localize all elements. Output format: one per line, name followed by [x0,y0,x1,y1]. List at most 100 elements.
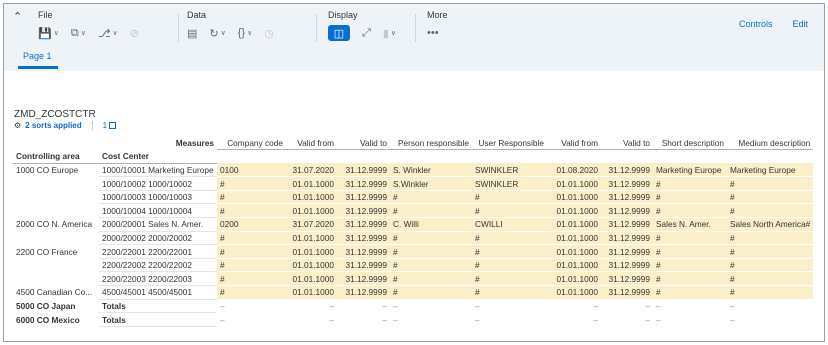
value-cell[interactable]: # [217,203,286,219]
cost-center-cell[interactable]: Totals [99,299,217,314]
cost-center-cell[interactable]: 1000/10001 Marketing Europe [99,163,217,178]
value-cell[interactable]: 31.07.2020 [286,217,337,232]
value-cell[interactable]: 31.12.9999 [337,244,390,259]
value-cell[interactable]: 01.01.1000 [286,190,337,205]
value-cell[interactable]: 01.01.1000 [547,285,601,300]
value-cell[interactable]: – [390,313,472,327]
value-cell[interactable]: – [472,313,547,327]
value-cell[interactable]: 01.01.1000 [286,271,337,287]
value-cell[interactable]: 31.12.9999 [601,271,653,287]
value-cell[interactable]: 31.12.9999 [337,163,390,178]
value-cell[interactable]: 31.12.9999 [601,190,653,205]
column-header[interactable]: Valid to [601,136,653,151]
controlling-area-cell[interactable]: 4500 Canadian Co... [13,286,99,300]
value-cell[interactable]: # [472,190,547,205]
value-cell[interactable]: # [727,271,814,287]
history-icon[interactable]: ◷ [264,25,274,41]
value-cell[interactable]: Sales N. Amer. [653,217,727,232]
value-cell[interactable]: 01.01.1000 [286,244,337,259]
value-cell[interactable]: 31.12.9999 [601,231,653,246]
value-cell[interactable]: – [547,313,601,327]
value-cell[interactable]: # [217,190,286,205]
cost-center-cell[interactable]: 1000/10002 1000/10002 [99,176,217,191]
value-cell[interactable]: CWILLI [472,217,547,232]
column-header[interactable]: User Responsible [472,136,547,151]
controlling-area-cell[interactable]: 2200 CO France [13,245,99,259]
value-cell[interactable]: # [472,285,547,300]
controls-button[interactable]: Controls [739,19,773,29]
value-cell[interactable]: Sales North America# [727,217,814,232]
value-cell[interactable]: # [653,244,727,259]
edit-button[interactable]: Edit [792,19,808,29]
value-cell[interactable]: # [217,176,286,191]
value-cell[interactable]: # [472,258,547,273]
cost-center-cell[interactable]: 2200/22003 2200/22003 [99,271,217,287]
value-cell[interactable]: – [217,313,286,327]
value-cell[interactable]: # [727,285,814,300]
panel-icon[interactable]: ▮ ∨ [383,25,396,41]
value-cell[interactable]: 01.01.1000 [286,203,337,219]
value-cell[interactable]: 31.12.9999 [337,217,390,232]
value-cell[interactable]: 01.01.1000 [286,231,337,246]
value-cell[interactable]: – [337,299,390,313]
value-cell[interactable]: # [390,190,472,205]
value-cell[interactable]: # [653,285,727,300]
value-cell[interactable]: 01.01.1000 [547,190,601,205]
value-cell[interactable]: # [390,231,472,246]
value-cell[interactable]: – [601,313,653,327]
value-cell[interactable]: 31.12.9999 [337,285,390,300]
value-cell[interactable]: # [727,258,814,273]
value-cell[interactable]: 31.12.9999 [601,163,653,178]
value-cell[interactable]: 01.01.1000 [547,217,601,232]
value-cell[interactable]: # [727,176,814,191]
count-indicator[interactable]: 1 [103,121,117,130]
cost-center-cell[interactable]: 2000/20002 2000/20002 [99,231,217,246]
value-cell[interactable]: # [653,203,727,219]
value-cell[interactable]: 31.12.9999 [601,258,653,273]
value-cell[interactable]: # [653,176,727,191]
value-cell[interactable]: # [653,231,727,246]
value-cell[interactable]: # [217,258,286,273]
value-cell[interactable]: 01.01.1000 [547,258,601,273]
value-cell[interactable]: 01.01.1000 [547,203,601,219]
value-cell[interactable]: # [472,231,547,246]
value-cell[interactable]: 31.12.9999 [601,203,653,219]
value-cell[interactable]: – [727,313,813,327]
column-header[interactable]: Valid to [337,136,390,151]
value-cell[interactable]: 31.12.9999 [601,285,653,300]
controlling-area-cell[interactable] [13,272,99,286]
value-cell[interactable]: 31.07.2020 [286,163,337,178]
value-cell[interactable]: 01.01.1000 [547,244,601,259]
controlling-area-cell[interactable] [13,231,99,245]
value-cell[interactable]: 01.01.1000 [547,176,601,191]
column-header[interactable]: Valid from [286,136,337,151]
value-cell[interactable]: # [217,285,286,300]
cost-center-cell[interactable]: 2200/22001 2200/22001 [99,244,217,259]
value-cell[interactable]: # [472,203,547,219]
value-cell[interactable]: # [653,258,727,273]
share-icon[interactable]: ⎇ ∨ [98,25,118,41]
value-cell[interactable]: C. Willi [390,217,472,232]
value-cell[interactable]: – [337,313,390,327]
value-cell[interactable]: # [217,271,286,287]
value-cell[interactable]: # [472,271,547,287]
controlling-area-cell[interactable] [13,177,99,191]
value-cell[interactable]: 31.12.9999 [337,190,390,205]
value-cell[interactable]: # [653,271,727,287]
value-cell[interactable]: # [390,203,472,219]
value-cell[interactable]: – [286,313,337,327]
value-cell[interactable]: 01.01.1000 [286,176,337,191]
value-cell[interactable]: 31.12.9999 [337,258,390,273]
value-cell[interactable]: – [217,299,286,313]
controlling-area-cell[interactable]: 5000 CO Japan [13,299,99,313]
controlling-area-cell[interactable] [13,190,99,204]
fullscreen-icon[interactable]: ⤢ [362,25,371,41]
gear-icon[interactable]: ⚙ [14,121,21,130]
value-cell[interactable]: 31.12.9999 [337,271,390,287]
value-cell[interactable]: S.Winkler [390,176,472,191]
column-header[interactable]: Person responsible [390,136,472,151]
cost-center-cell[interactable]: 2200/22002 2200/22002 [99,258,217,273]
column-header[interactable]: Valid from [547,136,601,151]
value-cell[interactable]: – [653,313,727,327]
value-cell[interactable]: # [390,271,472,287]
